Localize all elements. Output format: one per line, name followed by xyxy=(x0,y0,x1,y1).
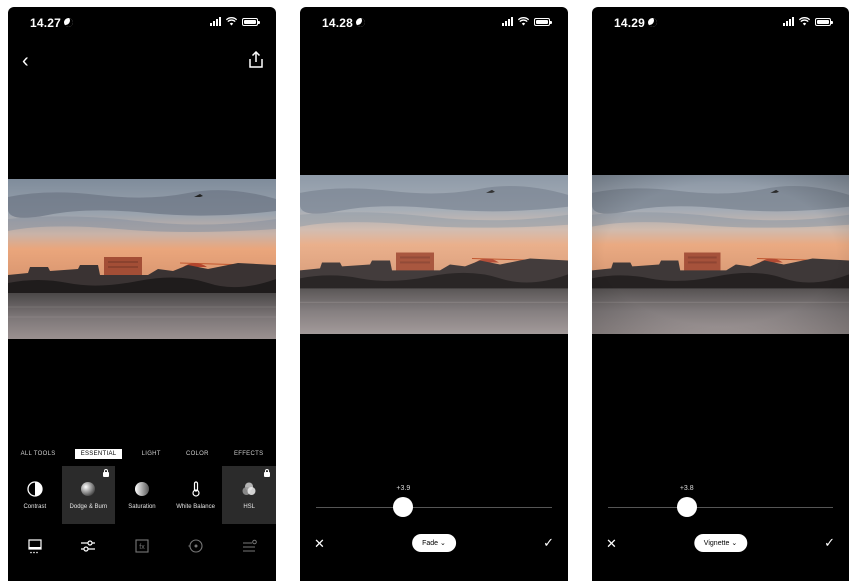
signal-icon xyxy=(502,17,513,26)
tab-all-tools[interactable]: ALL TOOLS xyxy=(15,449,62,459)
signal-icon xyxy=(210,17,221,26)
tool-selector-button[interactable]: Fade ⌄ xyxy=(412,534,456,552)
tool-label: Saturation xyxy=(128,503,156,510)
photo-preview[interactable] xyxy=(8,179,276,339)
tool-label: HSL xyxy=(243,503,255,510)
wifi-icon xyxy=(518,17,529,26)
saturation-icon xyxy=(134,481,149,496)
wifi-icon xyxy=(226,17,237,26)
action-bar: ✕ Vignette ⌄ ✓ xyxy=(592,533,849,555)
slider-knob[interactable] xyxy=(393,497,414,517)
slider-knob[interactable] xyxy=(676,497,697,517)
layers-icon[interactable] xyxy=(241,538,257,554)
phone-screen-tools: 14.27 ‹ ALL TOOLS ESSENTIAL LIGHT COLOR … xyxy=(8,7,276,581)
status-time: 14.29 xyxy=(614,16,658,30)
tool-selector-label: Vignette xyxy=(703,540,730,547)
tool-selector-label: Fade xyxy=(422,540,439,547)
check-icon[interactable]: ✓ xyxy=(543,535,554,551)
close-icon[interactable]: ✕ xyxy=(606,536,617,552)
close-icon[interactable]: ✕ xyxy=(314,536,325,552)
phone-screen-vignette: 14.29 +3.8 ✕ Vignette ⌄ ✓ xyxy=(592,7,849,581)
battery-icon xyxy=(242,18,260,26)
tool-label: White Balance xyxy=(176,503,215,510)
slider-track[interactable] xyxy=(608,507,833,508)
photo-preview[interactable] xyxy=(300,175,568,334)
tool-dodge-burn[interactable]: Dodge & Burn xyxy=(61,466,116,524)
check-icon[interactable]: ✓ xyxy=(824,535,835,551)
thermometer-icon xyxy=(191,480,200,497)
chevron-down-icon: ⌄ xyxy=(440,540,446,547)
status-bar: 14.27 xyxy=(8,7,276,35)
slider-value: +3.8 xyxy=(679,485,694,492)
tab-effects[interactable]: EFFECTS xyxy=(228,449,269,459)
moon-icon xyxy=(64,18,74,27)
adjust-icon[interactable] xyxy=(80,538,96,554)
slider-value: +3.9 xyxy=(396,485,411,492)
tool-selector-button[interactable]: Vignette ⌄ xyxy=(693,534,748,552)
status-time: 14.28 xyxy=(322,16,366,30)
presets-icon[interactable] xyxy=(27,538,43,554)
tab-essential[interactable]: ESSENTIAL xyxy=(74,449,123,459)
phone-screen-fade: 14.28 +3.9 ✕ Fade ⌄ ✓ xyxy=(300,7,568,581)
battery-icon xyxy=(534,18,552,26)
adjust-slider[interactable]: +3.9 xyxy=(316,485,552,525)
svg-text:fx: fx xyxy=(139,544,145,551)
tool-white-balance[interactable]: White Balance xyxy=(169,466,223,524)
chevron-left-icon[interactable]: ‹ xyxy=(22,50,29,73)
photo-image xyxy=(8,179,276,339)
share-icon[interactable] xyxy=(248,51,264,69)
moon-icon xyxy=(356,18,366,27)
photo-preview[interactable] xyxy=(592,175,849,334)
status-bar: 14.29 xyxy=(592,7,849,35)
tool-hsl[interactable]: HSL xyxy=(222,466,276,524)
wifi-icon xyxy=(799,17,810,26)
photo-image xyxy=(592,175,849,334)
contrast-icon xyxy=(27,480,43,497)
dodge-burn-icon xyxy=(81,481,96,496)
slider-track[interactable] xyxy=(316,507,552,508)
action-bar: ✕ Fade ⌄ ✓ xyxy=(300,533,568,555)
lock-icon xyxy=(103,469,110,477)
tab-light[interactable]: LIGHT xyxy=(136,449,167,459)
tool-list: Contrast Dodge & Burn Saturation White B… xyxy=(8,466,276,524)
signal-icon xyxy=(783,17,794,26)
battery-icon xyxy=(815,18,833,26)
moon-icon xyxy=(648,18,658,27)
history-icon[interactable] xyxy=(188,538,204,554)
status-bar: 14.28 xyxy=(300,7,568,35)
photo-image xyxy=(300,175,568,334)
lock-icon xyxy=(263,469,270,477)
tab-color[interactable]: COLOR xyxy=(180,449,215,459)
chevron-down-icon: ⌄ xyxy=(731,540,738,547)
tool-label: Contrast xyxy=(23,503,47,510)
fx-icon[interactable]: fx xyxy=(134,538,150,554)
tool-label: Dodge & Burn xyxy=(69,503,108,510)
tool-saturation[interactable]: Saturation xyxy=(115,466,169,524)
status-time: 14.27 xyxy=(30,16,74,30)
bottom-toolbar: fx xyxy=(8,534,276,558)
hsl-icon xyxy=(242,482,256,495)
adjust-slider[interactable]: +3.8 xyxy=(608,485,833,525)
tool-category-tabs: ALL TOOLS ESSENTIAL LIGHT COLOR EFFECTS xyxy=(8,447,276,461)
tool-contrast[interactable]: Contrast xyxy=(8,466,62,524)
